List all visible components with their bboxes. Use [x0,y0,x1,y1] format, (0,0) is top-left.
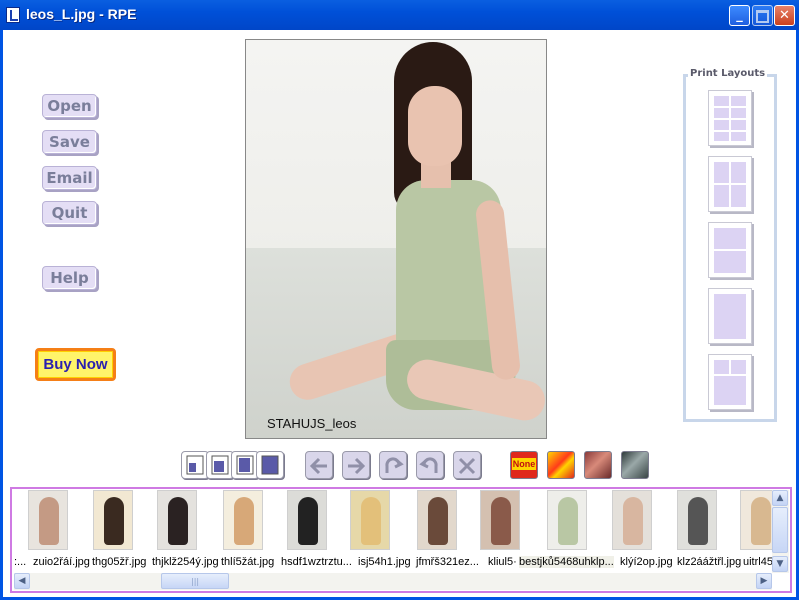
size-medium-button[interactable] [206,451,234,479]
thumbnail-label[interactable]: thjklž254ý.jpg [152,556,219,568]
thumbnail[interactable] [547,490,587,550]
title-bar[interactable]: leos_L.jpg - RPE _ ✕ [0,0,799,30]
rotate-left-icon [419,457,438,473]
thumbnail[interactable] [350,490,390,550]
size-small-icon [186,455,204,475]
vertical-scroll-thumb[interactable] [772,507,788,553]
photo-caption: STAHUJS_leos [267,416,357,431]
thumbnail-label[interactable]: jfmřš321ez... [416,556,479,568]
thumbnail[interactable] [677,490,717,550]
size-medium-icon [211,455,229,475]
grip-icon: ||| [191,577,200,586]
maximize-icon [756,10,769,23]
email-button[interactable]: Email [42,166,97,190]
size-full-icon [261,455,279,475]
window-title: leos_L.jpg - RPE [26,6,137,22]
size-small-button[interactable] [181,451,209,479]
size-large-button[interactable] [231,451,259,479]
thumbnail[interactable] [287,490,327,550]
thumbnail-label[interactable]: thg05žř.jpg [92,556,146,568]
thumbnail[interactable] [28,490,68,550]
thumbnail[interactable] [417,490,457,550]
minimize-icon: _ [736,8,743,23]
thumbnail-label[interactable]: hsdf1wztrztu... [281,556,352,568]
buy-now-button[interactable]: Buy Now [35,348,116,381]
size-large-icon [236,455,254,475]
effect-none-button[interactable]: None [510,451,538,479]
effect-color-button[interactable] [547,451,575,479]
scroll-right-arrow-icon[interactable]: ▶ [756,573,772,589]
thumbnail-label[interactable]: :... [14,556,26,568]
effect-grayscale-button[interactable] [621,451,649,479]
thumbnail-label-selected[interactable]: bestjků5468uhklp... [519,556,614,568]
open-button[interactable]: Open [42,94,97,118]
delete-button[interactable] [453,451,481,479]
layout-full-button[interactable] [708,288,752,344]
next-button[interactable] [342,451,370,479]
thumbnail-label[interactable]: isj54h1.jpg [358,556,411,568]
close-x-icon [458,457,476,475]
app-icon[interactable] [6,7,20,23]
close-icon: ✕ [779,8,790,23]
thumbnail-label[interactable]: uitrl45 [743,556,772,568]
thumbnail[interactable] [223,490,263,550]
thumbnail[interactable] [157,490,197,550]
effect-sepia-button[interactable] [584,451,612,479]
photo-face [408,86,462,166]
layout-2x1-button[interactable] [708,222,752,278]
vertical-scrollbar[interactable]: ▲ ▼ [772,490,789,573]
thumbnail-labels: :... zuio2řáí.jpg thg05žř.jpg thjklž254ý… [14,556,772,572]
thumbnail[interactable] [93,490,133,550]
photo-preview[interactable]: STAHUJS_leos [245,39,547,439]
previous-button[interactable] [305,451,333,479]
arrow-right-icon [348,457,366,475]
horizontal-scroll-thumb[interactable]: ||| [161,573,229,589]
thumbnail[interactable] [612,490,652,550]
layout-mixed-button[interactable] [708,354,752,410]
size-full-button[interactable] [256,451,284,479]
scroll-down-arrow-icon[interactable]: ▼ [772,556,788,572]
thumbnail[interactable] [740,490,772,550]
scroll-up-arrow-icon[interactable]: ▲ [772,490,788,506]
thumbnail-label[interactable]: klz2áážtřl.jpg [677,556,741,568]
layout-2x2-button[interactable] [708,156,752,212]
close-button[interactable]: ✕ [774,5,795,26]
thumbnail-label[interactable]: thlí5žát.jpg [221,556,274,568]
thumbnail-row[interactable] [14,490,772,552]
thumbnail-label[interactable]: klýí2op.jpg [620,556,673,568]
rotate-right-button[interactable] [379,451,407,479]
arrow-left-icon [309,457,327,475]
horizontal-scrollbar[interactable]: ◀ ||| ▶ [14,573,772,590]
maximize-button[interactable] [752,5,773,26]
effect-none-label: None [512,458,536,470]
rotate-left-button[interactable] [416,451,444,479]
thumbnail-label[interactable]: zuio2řáí.jpg [33,556,90,568]
help-button[interactable]: Help [42,266,97,290]
rotate-right-icon [385,457,404,473]
print-layouts-title: Print Layouts [688,68,768,79]
minimize-button[interactable]: _ [729,5,750,26]
thumbnail-label[interactable]: kliul5· [488,556,517,568]
save-button[interactable]: Save [42,130,97,154]
scroll-left-arrow-icon[interactable]: ◀ [14,573,30,589]
quit-button[interactable]: Quit [42,201,97,225]
thumbnail[interactable] [480,490,520,550]
layout-4x2-button[interactable] [708,90,752,146]
